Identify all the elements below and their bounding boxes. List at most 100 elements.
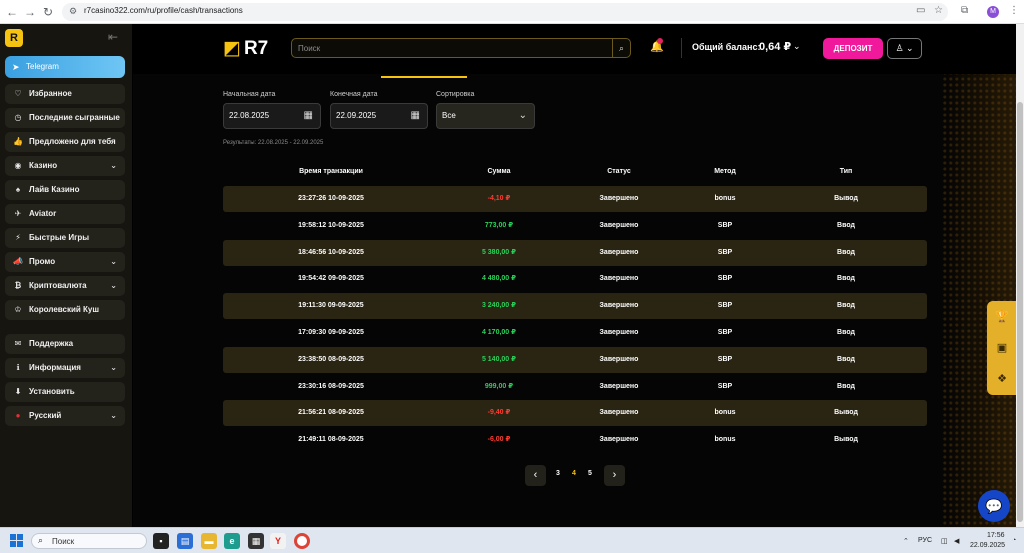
- end-date-value: 22.09.2025: [336, 111, 377, 120]
- col-header-amount: Сумма: [487, 168, 511, 175]
- taskbar-search-label: Поиск: [52, 537, 75, 546]
- sidebar-item-label: Промо: [29, 257, 56, 266]
- sidebar-item-label: Aviator: [29, 209, 57, 218]
- edge-icon[interactable]: e: [224, 533, 240, 549]
- address-bar[interactable]: ⚙ r7casino322.com/ru/profile/cash/transa…: [62, 3, 948, 21]
- deposit-button[interactable]: ДЕПОЗИТ: [823, 38, 883, 59]
- file-explorer-icon[interactable]: ▬: [201, 533, 217, 549]
- page-5[interactable]: 5: [588, 470, 592, 477]
- sort-select[interactable]: Все ⌄: [436, 103, 535, 129]
- forward-icon[interactable]: →: [22, 4, 38, 20]
- calendar-icon[interactable]: ▦: [304, 104, 313, 128]
- store-icon[interactable]: ▦: [248, 533, 264, 549]
- cell-method: SBP: [717, 329, 733, 336]
- balance-value[interactable]: 0,64 ₽: [759, 40, 791, 53]
- table-row: 21:49:11 08-09-2025 -6,00 ₽ Завершено bonus…: [223, 427, 927, 453]
- collapse-sidebar-icon[interactable]: ⇤: [108, 30, 118, 44]
- sidebar-item-1[interactable]: ◷ Последние сыгранные: [5, 108, 125, 128]
- telegram-label: Telegram: [26, 62, 59, 71]
- chevron-down-icon[interactable]: ⌄: [793, 41, 801, 52]
- tray-chevron-icon[interactable]: ⌃: [903, 537, 909, 545]
- cell-time: 21:56:21 08-09-2025: [298, 409, 364, 417]
- cell-type: Ввод: [837, 221, 855, 229]
- page-scrollbar[interactable]: [1016, 24, 1024, 527]
- menu-dots-icon[interactable]: ⋮: [1009, 5, 1019, 16]
- task-view-icon[interactable]: ▪: [153, 533, 169, 549]
- sidebar-item-11[interactable]: ℹ Информация ⌄: [5, 358, 125, 378]
- site-info-icon[interactable]: ⚙: [69, 6, 77, 17]
- shop-icon[interactable]: ▣: [994, 340, 1010, 356]
- sidebar-item-4[interactable]: ♠ Лайв Казино: [5, 180, 125, 200]
- language-indicator[interactable]: РУС: [918, 537, 932, 544]
- sidebar: R ⇤ ➤ Telegram ♡ Избранное ◷ Последние сыгр…: [0, 24, 132, 527]
- sidebar-item-7[interactable]: 📣 Промо ⌄: [5, 252, 125, 272]
- table-row: 23:30:16 08-09-2025 999,00 ₽ Завершено SBP В…: [223, 374, 927, 400]
- back-icon[interactable]: ←: [4, 4, 20, 20]
- search-icon: ⌕: [38, 535, 44, 545]
- bonus-cards-icon[interactable]: ❖: [994, 371, 1010, 387]
- sidebar-item-13[interactable]: ● Русский ⌄: [5, 406, 125, 426]
- windows-start-icon[interactable]: [10, 534, 24, 548]
- start-date-field[interactable]: 22.08.2025 ▦: [223, 103, 321, 129]
- windows-taskbar: ⌕ Поиск ▪ ▤ ▬ e ▦ Y ⌃ РУС ◫ ◀ 17:56 22.0…: [0, 527, 1024, 553]
- cell-method: bonus: [714, 409, 736, 417]
- profile-avatar[interactable]: M: [987, 6, 999, 18]
- end-date-field[interactable]: 22.09.2025 ▦: [330, 103, 428, 129]
- chevron-down-icon[interactable]: ⌄: [110, 406, 117, 426]
- sidebar-item-6[interactable]: ⚡ Быстрые Игры: [5, 228, 125, 248]
- cell-amount: -4,10 ₽: [487, 195, 511, 202]
- volume-icon[interactable]: ◀: [954, 537, 959, 545]
- trophy-icon[interactable]: 🏆: [994, 309, 1010, 325]
- sidebar-item-8[interactable]: ₿ Криптовалюта ⌄: [5, 276, 125, 296]
- logo[interactable]: R: [5, 29, 23, 47]
- col-header-status: Статус: [607, 168, 631, 175]
- decorative-wave: [943, 64, 1016, 527]
- prev-page-button[interactable]: ‹: [525, 465, 546, 486]
- thumb-icon: 👍: [13, 137, 23, 146]
- cell-type: Вывод: [834, 409, 858, 417]
- search-icon[interactable]: ⌕: [612, 39, 630, 57]
- sidebar-item-label: Лайв Казино: [29, 185, 80, 194]
- extensions-icon[interactable]: ⧉: [961, 5, 968, 16]
- sidebar-item-10[interactable]: ✉ Поддержка: [5, 334, 125, 354]
- clock-date[interactable]: 22.09.2025: [970, 542, 1005, 549]
- user-menu-button[interactable]: ♙ ⌄: [887, 38, 922, 59]
- chevron-down-icon[interactable]: ⌄: [110, 358, 117, 378]
- chat-support-button[interactable]: 💬: [978, 490, 1010, 522]
- cast-icon[interactable]: ▭: [916, 5, 925, 16]
- page-3[interactable]: 3: [556, 470, 560, 477]
- bookmark-star-icon[interactable]: ☆: [934, 5, 943, 16]
- chevron-down-icon[interactable]: ⌄: [110, 156, 117, 176]
- search-input[interactable]: [298, 42, 598, 55]
- cell-status: Завершено: [599, 329, 639, 336]
- sidebar-item-5[interactable]: ✈ Aviator: [5, 204, 125, 224]
- clock-time[interactable]: 17:56: [987, 532, 1005, 539]
- sidebar-item-12[interactable]: ⬇Установить приложение: [5, 382, 125, 416]
- notification-icon[interactable]: ◔: [1012, 537, 1016, 544]
- scroll-thumb[interactable]: [1017, 102, 1023, 522]
- chevron-down-icon[interactable]: ⌄: [110, 276, 117, 296]
- info-icon: ℹ: [16, 363, 20, 372]
- chrome-icon[interactable]: [294, 533, 310, 549]
- results-range: Результаты: 22.08.2025 - 22.09.2025: [223, 140, 324, 146]
- col-header-type: Тип: [839, 168, 853, 175]
- brand-logo[interactable]: ◩ R7: [223, 37, 268, 60]
- sidebar-item-0[interactable]: ♡ Избранное: [5, 84, 125, 104]
- taskbar-search[interactable]: ⌕ Поиск: [31, 533, 147, 549]
- browser-toolbar: ← → ↻ ⚙ r7casino322.com/ru/profile/cash/…: [0, 0, 1024, 24]
- widgets-icon[interactable]: ▤: [177, 533, 193, 549]
- calendar-icon[interactable]: ▦: [411, 104, 420, 128]
- network-icon[interactable]: ◫: [941, 537, 948, 545]
- sidebar-item-2[interactable]: 👍 Предложено для тебя: [5, 132, 125, 152]
- chevron-down-icon[interactable]: ⌄: [110, 252, 117, 272]
- main-content: ◩R7 ⌕ 🔔 Общий баланс: 0,64 ₽ ⌄ ДЕПОЗИТ ♙…: [133, 24, 1016, 527]
- table-row: 21:56:21 08-09-2025 -9,40 ₽ Завершено bonus…: [223, 400, 927, 427]
- sidebar-item-3[interactable]: ◉ Казино ⌄: [5, 156, 125, 176]
- reload-icon[interactable]: ↻: [40, 4, 56, 20]
- cell-type: Ввод: [837, 355, 855, 363]
- sidebar-item-9[interactable]: ♔ Королевский Куш: [5, 300, 125, 320]
- next-page-button[interactable]: ›: [604, 465, 625, 486]
- yandex-icon[interactable]: Y: [270, 533, 286, 549]
- page-4-current[interactable]: 4: [572, 470, 576, 477]
- telegram-button[interactable]: ➤ Telegram: [5, 56, 125, 78]
